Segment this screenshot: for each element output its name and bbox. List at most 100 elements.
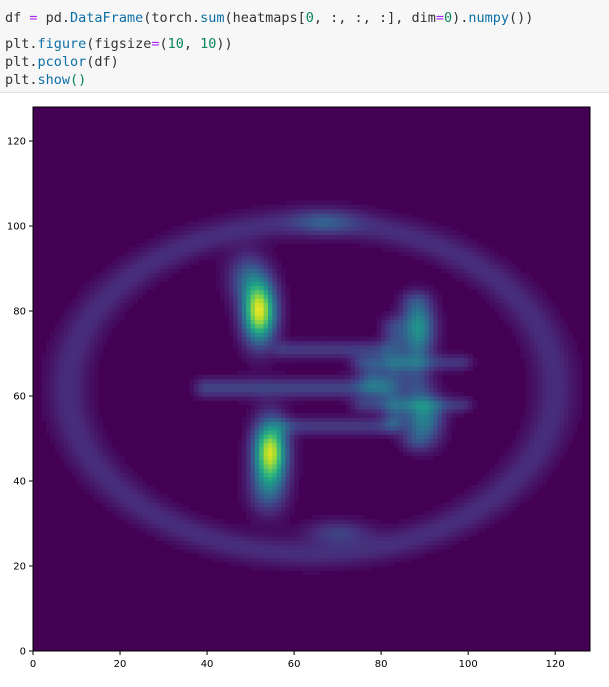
heatmap-cell [102,336,108,342]
heatmap-cell [180,523,186,529]
heatmap-cell [333,417,339,422]
heatmap-cell [263,404,269,410]
heatmap-cell [63,434,69,439]
heatmap-cell [394,430,400,435]
heatmap-cell [267,442,273,448]
heatmap-cell [150,272,156,278]
heatmap-cell [455,519,460,524]
heatmap-cell [241,255,247,261]
heatmap-cell [389,315,395,320]
heatmap-cell [407,430,413,435]
heatmap-cell [520,298,526,303]
heatmap-cell [446,268,452,274]
heatmap-cell [141,485,147,490]
heatmap-cell [559,328,565,333]
heatmap-cell [516,285,521,291]
heatmap-cell [489,502,495,507]
heatmap-cell [111,455,117,461]
heatmap-cell [241,523,247,529]
heatmap-cell [76,374,82,380]
heatmap-cell [524,451,530,456]
heatmap-cell [228,523,234,529]
heatmap-cell [102,268,108,274]
heatmap-cell [281,557,286,563]
heatmap-cell [450,272,456,278]
heatmap-cell [272,362,278,367]
heatmap-cell [337,417,343,422]
heatmap-cell [398,387,404,393]
heatmap-cell [341,430,347,435]
heatmap-cell [228,387,234,393]
heatmap-cell [85,323,91,329]
heatmap-cell [141,489,147,495]
heatmap-cell [341,523,347,529]
heatmap-cell [272,493,278,499]
heatmap-cell [420,553,426,558]
heatmap-cell [76,345,82,350]
heatmap-cell [546,408,552,414]
heatmap-cell [328,536,334,541]
heatmap-cell [233,264,239,269]
heatmap-cell [285,417,291,422]
heatmap-cell [85,349,91,354]
heatmap-cell [133,481,138,486]
heatmap-cell [524,311,530,316]
heatmap-cell [281,340,286,346]
heatmap-cell [355,366,360,371]
heatmap-cell [276,510,282,516]
heatmap-cell [211,527,217,533]
heatmap-cell [211,536,217,541]
heatmap-cell [176,540,182,546]
heatmap-cell [185,540,191,546]
heatmap-cell [307,566,312,571]
heatmap-cell [263,476,269,482]
heatmap-cell [550,340,556,346]
heatmap-cell [272,298,278,303]
heatmap-cell [167,230,173,235]
heatmap-cell [446,438,452,444]
heatmap-cell [246,311,252,316]
heatmap-cell [415,417,421,422]
heatmap-cell [502,289,508,295]
heatmap-cell [46,383,51,388]
heatmap-cell [520,485,526,490]
heatmap-cell [442,421,447,427]
heatmap-cell [481,272,487,278]
code-token: numpy [468,10,510,26]
heatmap-cell [350,561,356,567]
heatmap-cell [359,553,365,558]
heatmap-cell [289,451,295,456]
heatmap-cell [333,379,339,384]
heatmap-cell [267,289,273,295]
heatmap-cell [550,391,556,397]
heatmap-cell [254,332,260,337]
heatmap-cell [459,519,465,524]
heatmap-cell [563,404,569,410]
heatmap-cell [141,481,147,486]
heatmap-cell [63,362,69,367]
heatmap-cell [59,374,64,380]
heatmap-cell [346,553,352,558]
heatmap-cell [415,421,421,427]
heatmap-cell [524,370,530,376]
heatmap-cell [489,489,495,495]
heatmap-cell [150,281,156,286]
heatmap-cell [355,379,360,384]
heatmap-cell [163,268,169,274]
heatmap-cell [250,391,256,397]
heatmap-cell [267,285,273,291]
heatmap-cell [272,404,278,410]
heatmap-cell [220,234,225,240]
heatmap-cell [111,272,117,278]
heatmap-cell [407,396,413,401]
heatmap-cell [272,510,278,516]
heatmap-cell [389,438,395,444]
heatmap-cell [420,391,426,397]
heatmap-cell [402,374,408,380]
heatmap-cell [346,413,352,418]
heatmap-cell [524,345,530,350]
heatmap-cell [246,532,252,537]
heatmap-cell [346,353,352,359]
heatmap-cell [228,255,234,261]
code-cell[interactable]: df = pd.DataFrame(torch.sum(heatmaps[0, … [0,0,609,93]
